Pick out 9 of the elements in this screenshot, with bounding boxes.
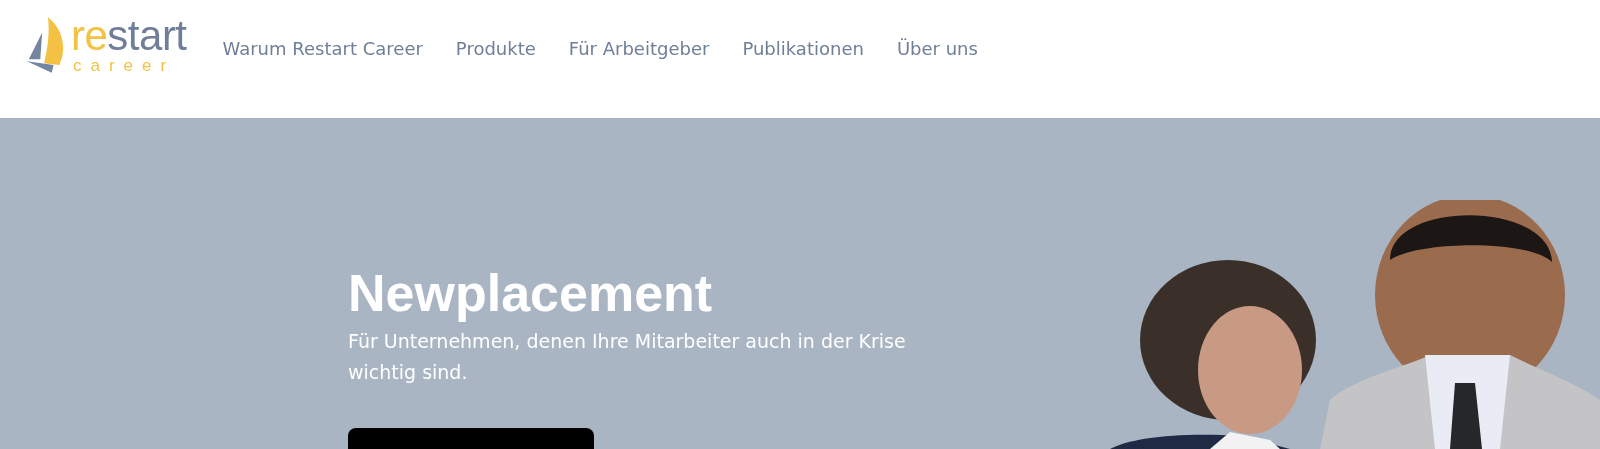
logo-tagline: career [73, 57, 177, 74]
nav-link[interactable]: Warum Restart Career [222, 38, 423, 59]
hero-title: Newplacement [348, 263, 714, 324]
nav-link[interactable]: Für Arbeitgeber [568, 38, 710, 59]
hero-subtitle: Für Unternehmen, denen Ihre Mitarbeiter auch in der Krise wichtig sind. [348, 329, 907, 385]
logo-wordmark[interactable]: restart [71, 15, 187, 57]
nav-link[interactable]: Publikationen [742, 38, 864, 59]
nav-link[interactable]: Produkte [455, 38, 536, 59]
nav-link[interactable]: Über uns [896, 38, 978, 59]
